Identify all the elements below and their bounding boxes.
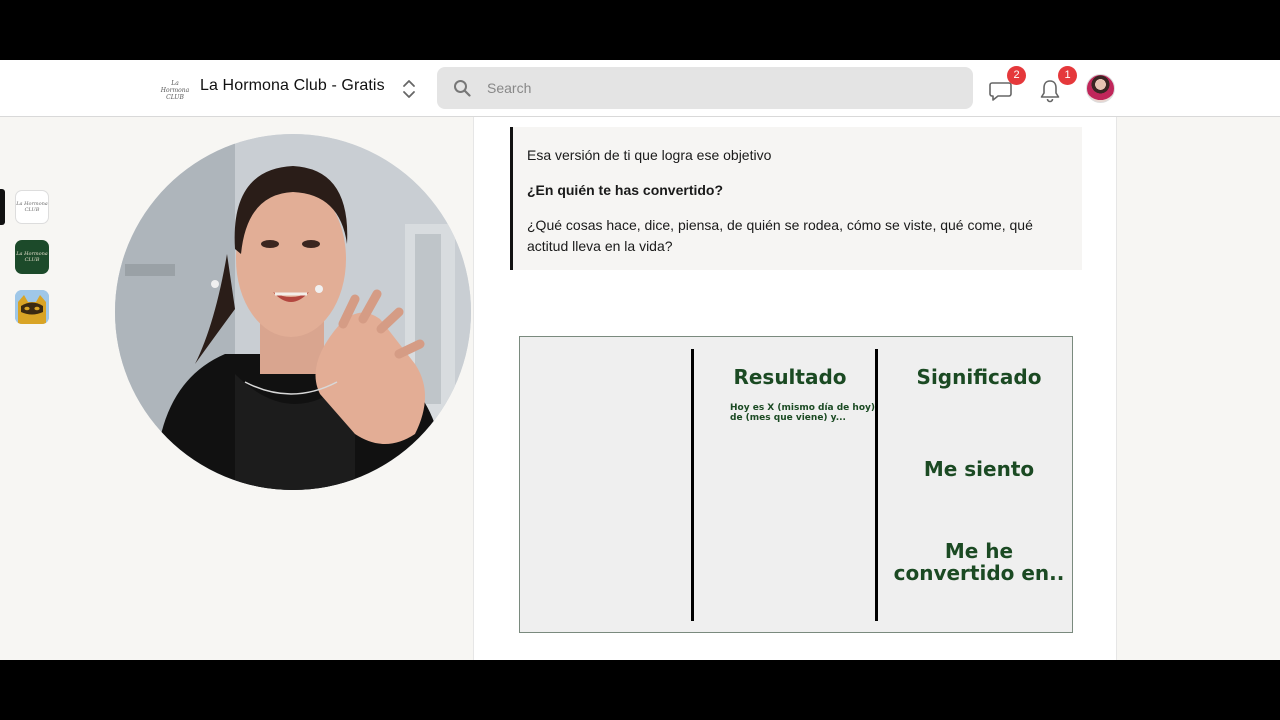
slide-text-convertido-en: convertido en..	[893, 561, 1065, 585]
search-icon	[454, 80, 471, 97]
communities-rail: La Hormona CLUB La Hormona CLUB	[0, 117, 62, 660]
search-bar[interactable]	[437, 67, 973, 109]
quote-line-3: ¿Qué cosas hace, dice, piensa, de quién …	[527, 217, 1033, 254]
video-letterbox-top	[0, 0, 1280, 60]
slide-note-line-1: Hoy es X (mismo día de hoy)	[730, 403, 875, 413]
community-icon-text: La Hormona CLUB	[16, 201, 48, 213]
app-screen: La Hormona CLUB La Hormona Club - Gratis…	[0, 60, 1280, 660]
video-letterbox-bottom	[0, 660, 1280, 720]
community-logo-text: La Hormona CLUB	[160, 80, 190, 101]
cat-icon	[15, 290, 49, 324]
community-icon-la-hormona[interactable]: La Hormona CLUB	[15, 240, 49, 274]
chat-button[interactable]: 2	[988, 66, 1026, 103]
top-navigation-bar: La Hormona CLUB La Hormona Club - Gratis…	[0, 60, 1280, 117]
slide-divider-2	[875, 349, 878, 621]
slide-divider-1	[691, 349, 694, 621]
post-content-column: Esa versión de ti que logra ese objetivo…	[473, 117, 1117, 660]
community-icon-text: La Hormona CLUB	[16, 251, 48, 263]
quote-line-1: Esa versión de ti que logra ese objetivo	[527, 147, 772, 163]
slide-heading-resultado: Resultado	[733, 365, 847, 389]
active-community-indicator	[0, 189, 5, 225]
search-input[interactable]	[487, 67, 957, 109]
slide-text-me-siento: Me siento	[923, 457, 1035, 481]
embedded-slide-image: Resultado Hoy es X (mismo día de hoy) de…	[519, 336, 1073, 633]
user-avatar[interactable]	[1086, 74, 1115, 103]
community-logo[interactable]: La Hormona CLUB	[158, 80, 192, 101]
slide-text-me-he: Me he	[944, 539, 1014, 563]
slide-note-line-2: de (mes que viene) y...	[730, 413, 846, 423]
presenter-video-bubble	[115, 134, 471, 490]
presenter-image	[115, 134, 471, 490]
community-icon-la-hormona-gratis[interactable]: La Hormona CLUB	[15, 190, 49, 224]
bell-icon	[1040, 80, 1060, 103]
community-icon-cat[interactable]	[15, 290, 49, 324]
notifications-button[interactable]: 1	[1038, 66, 1077, 103]
community-name[interactable]: La Hormona Club - Gratis	[200, 77, 385, 95]
quote-line-2: ¿En quién te has convertido?	[527, 182, 724, 198]
quote-block: Esa versión de ti que logra ese objetivo…	[510, 127, 1082, 270]
chat-badge: 2	[1007, 66, 1026, 85]
notifications-badge: 1	[1058, 66, 1077, 85]
chevron-up-down-icon[interactable]	[400, 78, 418, 100]
slide-heading-significado: Significado	[916, 365, 1042, 389]
